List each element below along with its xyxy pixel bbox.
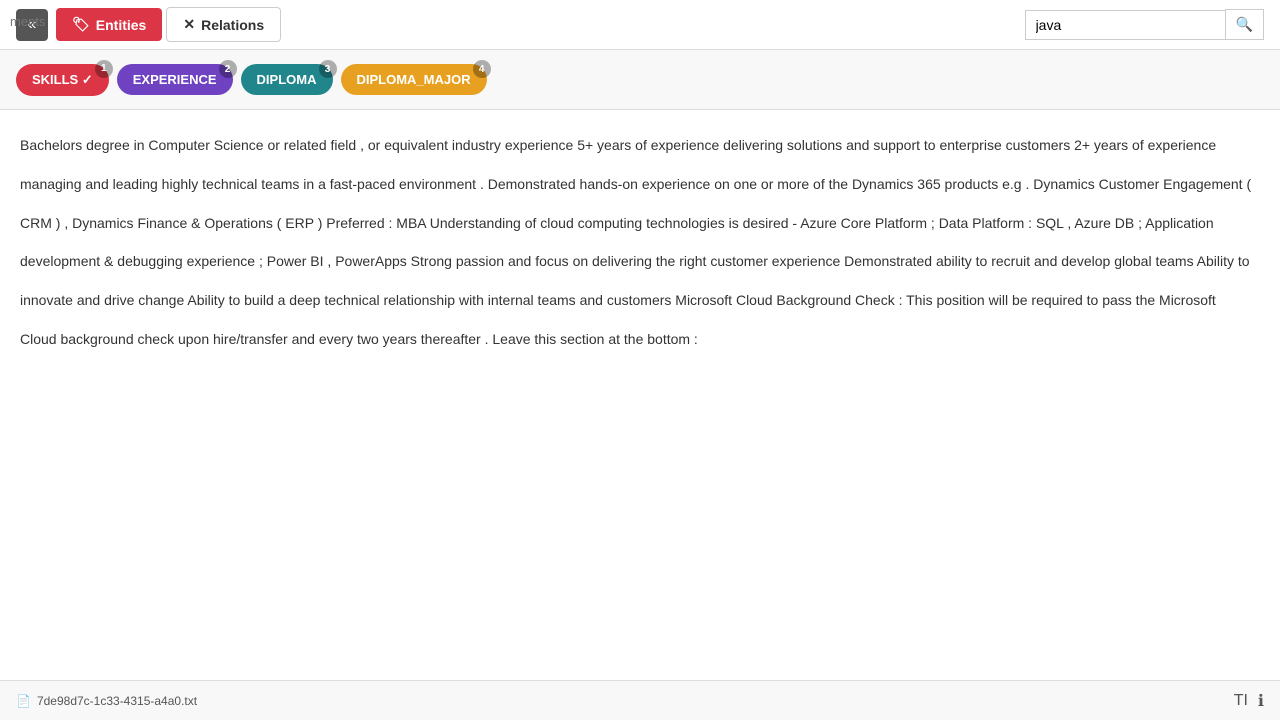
paragraph-2: managing and leading highly technical te… [20,169,1260,200]
filter-skills[interactable]: SKILLS ✓ 1 [16,64,109,96]
paragraph-1: Bachelors degree in Computer Science or … [20,130,1260,161]
entities-label: Entities [96,17,147,33]
paragraph-3: CRM ) , Dynamics Finance & Operations ( … [20,208,1260,239]
filename-text: 7de98d7c-1c33-4315-a4a0.txt [37,694,197,708]
experience-count: 2 [219,60,237,78]
diploma-major-label: DIPLOMA_MAJOR [357,72,471,87]
tab-relations[interactable]: ✕ Relations [166,7,281,42]
text-icon-button[interactable]: TI [1234,692,1248,710]
skills-label: SKILLS ✓ [32,72,93,88]
info-button[interactable]: ℹ [1258,691,1264,711]
tab-entities[interactable]: 🏷 Entities [56,8,162,41]
search-container: 🔍 [1025,9,1264,40]
content-text: Bachelors degree in Computer Science or … [20,130,1260,355]
filter-bar: SKILLS ✓ 1 EXPERIENCE 2 DIPLOMA 3 DIPLOM… [0,50,1280,110]
search-icon: 🔍 [1236,16,1253,32]
experience-label: EXPERIENCE [133,72,217,87]
search-input[interactable] [1025,10,1225,40]
info-icon: ℹ [1258,693,1264,710]
footer-filename: 📄 7de98d7c-1c33-4315-a4a0.txt [16,694,197,708]
filter-diploma-major[interactable]: DIPLOMA_MAJOR 4 [341,64,487,95]
footer-icons: TI ℹ [1234,691,1264,711]
footer-bar: 📄 7de98d7c-1c33-4315-a4a0.txt TI ℹ [0,680,1280,720]
diploma-major-count: 4 [473,60,491,78]
search-button[interactable]: 🔍 [1225,9,1264,40]
file-icon: 📄 [16,694,31,708]
relations-icon: ✕ [183,16,195,33]
paragraph-4: development & debugging experience ; Pow… [20,246,1260,277]
text-icon: TI [1234,692,1248,709]
relations-label: Relations [201,17,264,33]
paragraph-5: innovate and drive change Ability to bui… [20,285,1260,316]
filter-diploma[interactable]: DIPLOMA 3 [241,64,333,95]
paragraph-6: Cloud background check upon hire/transfe… [20,324,1260,355]
filter-experience[interactable]: EXPERIENCE 2 [117,64,233,95]
diploma-count: 3 [319,60,337,78]
entities-icon: 🏷 [72,16,90,33]
content-area: Bachelors degree in Computer Science or … [0,110,1280,680]
skills-count: 1 [95,60,113,78]
diploma-label: DIPLOMA [257,72,317,87]
top-bar: ments « 🏷 Entities ✕ Relations 🔍 [0,0,1280,50]
nav-title: ments [0,0,55,43]
